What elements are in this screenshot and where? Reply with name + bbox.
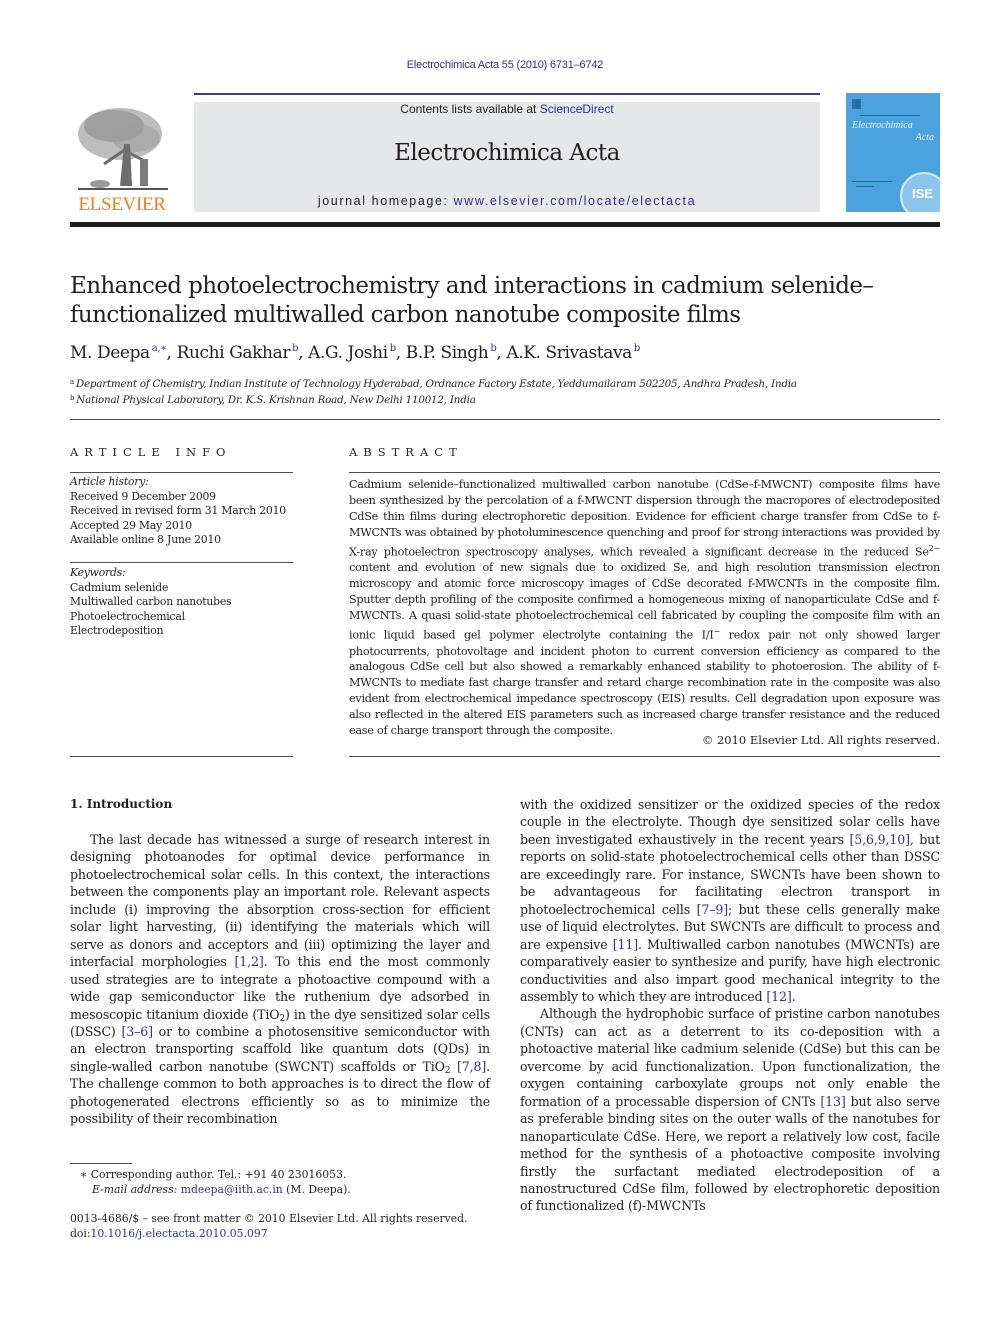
paragraph-continued: with the oxidized sensitizer or the oxid… [520, 796, 940, 1005]
article-info-heading: ARTICLE INFO [70, 445, 232, 459]
doi-link[interactable]: 10.1016/j.electacta.2010.05.097 [91, 1227, 268, 1240]
elsevier-logo[interactable]: ELSEVIER [70, 100, 180, 216]
body-column-right: with the oxidized sensitizer or the oxid… [520, 796, 940, 1215]
text: but also serve as preferable binding sit… [520, 1093, 940, 1214]
affiliation-text: Department of Chemistry, Indian Institut… [75, 378, 797, 390]
author-name: Ruchi Gakhar [176, 343, 291, 363]
abstract-text: Cadmium selenide–functionalized multiwal… [349, 477, 940, 739]
paragraph: Although the hydrophobic surface of pris… [520, 1005, 940, 1214]
abstract-heading: ABSTRACT [349, 445, 463, 459]
contents-prefix: Contents lists available at [400, 102, 540, 116]
journal-title: Electrochimica Acta [394, 140, 620, 166]
author-separator: , [496, 343, 507, 363]
citation-link[interactable]: [3–6] [121, 1024, 153, 1039]
text: The last decade has witnessed a surge of… [70, 832, 490, 970]
sciencedirect-link[interactable]: ScienceDirect [540, 102, 614, 116]
ise-seal-icon: ISE [900, 172, 940, 212]
email-label: E-mail address: [92, 1183, 178, 1196]
divider [349, 472, 940, 473]
affiliation-b: b National Physical Laboratory, Dr. K.S. … [70, 391, 797, 407]
citation-link[interactable]: [13] [820, 1094, 845, 1109]
history-item: Accepted 29 May 2010 [70, 518, 192, 532]
cover-publisher-icon [852, 99, 861, 109]
history-item: Available online 8 June 2010 [70, 533, 221, 546]
footnote-rule [70, 1163, 132, 1164]
keyword: Photoelectrochemical [70, 609, 185, 623]
keywords-label: Keywords: [70, 566, 126, 579]
divider [349, 756, 940, 757]
header-thick-rule [70, 222, 940, 227]
homepage-link[interactable]: www.elsevier.com/locate/electacta [454, 194, 696, 208]
homepage-label: journal homepage: [317, 194, 454, 208]
superscript: 2− [928, 543, 941, 553]
elsevier-tree-icon [78, 108, 168, 190]
divider [70, 756, 293, 757]
divider [70, 562, 293, 563]
text: . [791, 988, 796, 1004]
email-line: E-mail address: mdeepa@iith.ac.in (M. De… [70, 1182, 351, 1197]
header-top-rule [194, 93, 820, 95]
article-title: Enhanced photoelectrochemistry and inter… [70, 273, 874, 328]
cover-rule [852, 181, 892, 182]
citation-link[interactable]: [12] [766, 989, 791, 1004]
doi-label: doi: [70, 1227, 91, 1240]
seal-text: ISE [912, 186, 933, 201]
author-separator: , [166, 343, 177, 363]
citation-link[interactable]: [7–9] [697, 902, 729, 917]
elsevier-wordmark: ELSEVIER [78, 194, 166, 215]
author-name: M. Deepa [70, 343, 150, 363]
keyword: Electrodeposition [70, 624, 164, 637]
front-matter: 0013-4686/$ – see front matter © 2010 El… [70, 1211, 467, 1241]
cover-title-line2: Acta [915, 132, 934, 143]
history-item: Received in revised form 31 March 2010 [70, 504, 286, 517]
affiliation-text: National Physical Laboratory, Dr. K.S. K… [76, 394, 476, 406]
doi-line: doi:10.1016/j.electacta.2010.05.097 [70, 1226, 467, 1241]
article-history: Article history: Received 9 December 200… [70, 475, 286, 548]
journal-citation[interactable]: Electrochimica Acta 55 (2010) 6731–6742 [0, 59, 992, 71]
keyword: Multiwalled carbon nanotubes [70, 595, 232, 608]
abstract-copyright: © 2010 Elsevier Ltd. All rights reserved… [701, 733, 940, 747]
author-separator: , [298, 343, 309, 363]
keyword: Cadmium selenide [70, 580, 169, 594]
corresponding-author-footnote: ∗ Corresponding author. Tel.: +91 40 230… [70, 1167, 351, 1197]
affiliations: a Department of Chemistry, Indian Institu… [70, 375, 797, 407]
abstract-segment: /I [705, 628, 714, 642]
abstract-segment: Cadmium selenide–functionalized multiwal… [349, 478, 940, 559]
section-heading-introduction: 1. Introduction [70, 797, 173, 811]
affiliation-a: a Department of Chemistry, Indian Institu… [70, 375, 797, 391]
cover-rule [856, 186, 874, 187]
email-suffix: (M. Deepa). [282, 1183, 351, 1196]
journal-cover-thumbnail[interactable]: Electrochimica Acta ISE [846, 93, 940, 212]
citation-link[interactable]: [11] [613, 937, 638, 952]
email-link[interactable]: mdeepa@iith.ac.in [181, 1183, 283, 1196]
author-name: A.G. Joshi [308, 343, 388, 363]
author-name: A.K. Srivastava [506, 343, 632, 363]
divider [70, 472, 293, 473]
citation-link[interactable]: [7,8] [457, 1059, 486, 1074]
author-affiliation-mark[interactable]: b [634, 343, 640, 354]
history-label: Article history: [70, 475, 149, 488]
author-list: M. Deepa a,∗, Ruchi Gakhar b, A.G. Joshi b,… [70, 343, 640, 363]
divider [70, 419, 940, 420]
corresponding-author: ∗ Corresponding author. Tel.: +91 40 230… [80, 1168, 347, 1181]
citation-link[interactable]: [5,6,9,10] [849, 832, 910, 847]
body-column-left: The last decade has witnessed a surge of… [70, 831, 490, 1128]
cover-rule [860, 115, 920, 116]
contents-line: Contents lists available at ScienceDirec… [194, 102, 820, 116]
affiliation-mark: a [70, 378, 74, 386]
history-item: Received 9 December 2009 [70, 489, 216, 503]
keywords: Keywords: Cadmium selenide Multiwalled c… [70, 566, 232, 639]
journal-homepage: journal homepage: www.elsevier.com/locat… [194, 194, 820, 208]
paragraph: The last decade has witnessed a surge of… [70, 831, 490, 1128]
author-affiliation-mark[interactable]: a,∗ [152, 343, 167, 354]
affiliation-mark: b [70, 394, 75, 402]
citation-link[interactable]: [1,2] [235, 954, 264, 969]
issn-line: 0013-4686/$ – see front matter © 2010 El… [70, 1212, 468, 1225]
journal-banner: Contents lists available at ScienceDirec… [194, 102, 820, 212]
author-separator: , [395, 343, 406, 363]
author-name: B.P. Singh [405, 343, 489, 363]
abstract-segment: redox pair not only showed larger photoc… [349, 628, 940, 738]
cover-title-line1: Electrochimica [852, 120, 913, 131]
